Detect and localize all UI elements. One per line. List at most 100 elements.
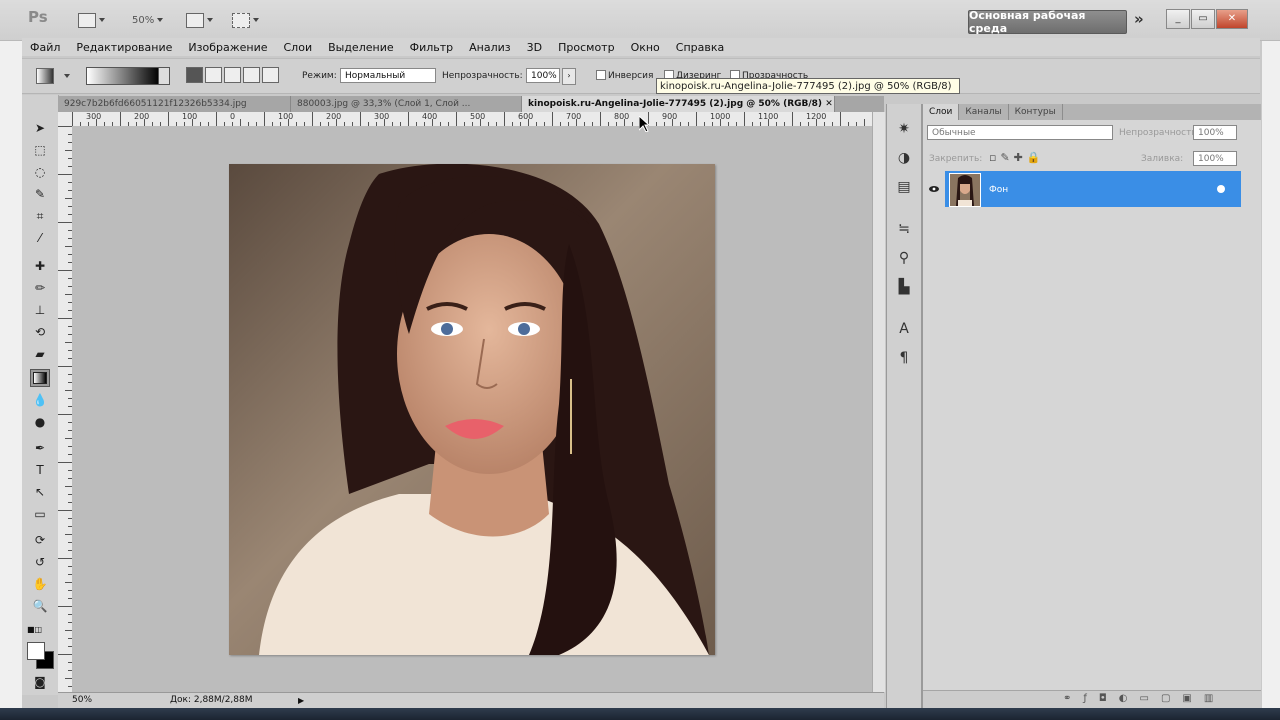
angle-gradient-button[interactable] [224,67,241,83]
foreground-color-swatch[interactable] [27,642,45,660]
ruler-tick [576,119,577,126]
shape-tool-icon[interactable]: ▭ [30,505,50,523]
pen-tool-icon[interactable]: ✒ [30,439,50,457]
default-colors-icon[interactable]: ■◫ [27,625,42,634]
restore-button[interactable]: ▭ [1191,9,1215,29]
quick-select-tool-icon[interactable]: ✎ [30,185,50,203]
type-tool-icon[interactable]: T [30,461,50,479]
layers-panel-tabs: Слои Каналы Контуры [923,104,1261,120]
vertical-scrollbar[interactable] [872,112,885,692]
masks-panel-icon[interactable]: ▤ [895,178,913,196]
paths-panel-icon[interactable]: ≒ [895,220,913,238]
gradient-picker-toggle[interactable] [158,67,170,85]
ruler-tick [360,112,361,126]
crop-tool-icon[interactable]: ⌗ [30,207,50,225]
more-workspaces-button[interactable]: » [1134,10,1144,28]
vertical-ruler[interactable] [58,126,73,692]
healing-brush-tool-icon[interactable]: ✚ [30,257,50,275]
tab-channels[interactable]: Каналы [959,104,1009,120]
taskbar [0,708,1280,720]
clone-source-panel-icon[interactable]: ⚲ [895,249,913,267]
reflected-gradient-button[interactable] [243,67,260,83]
document-tab-active[interactable]: kinopoisk.ru-Angelina-Jolie-777495 (2).j… [522,96,835,112]
window-controls: _ ▭ ✕ [1166,9,1248,29]
dodge-tool-icon[interactable]: ● [30,413,50,431]
lock-icons[interactable]: ▫✎✚🔒 [989,151,1045,164]
clone-stamp-tool-icon[interactable]: ⊥ [30,301,50,319]
document-tab-1[interactable]: 929c7b2b6fd66051121f12326b5334.jpg [58,96,291,112]
ruler-tick [65,294,72,295]
zoom-tool-icon[interactable]: 🔍 [30,597,50,615]
menu-layers[interactable]: Слои [276,41,321,54]
menu-select[interactable]: Выделение [320,41,402,54]
histogram-panel-icon[interactable]: ▙ [895,278,913,296]
brush-tool-icon[interactable]: ✏ [30,279,50,297]
zoom-level-label: 50% [132,14,155,26]
adjustments-panel-icon[interactable]: ◑ [895,149,913,167]
marquee-tool-icon[interactable]: ⬚ [30,141,50,159]
3d-rotate-tool-icon[interactable]: ⟳ [30,531,50,549]
status-zoom[interactable]: 50% [72,693,92,708]
menu-analysis[interactable]: Анализ [461,41,519,54]
history-brush-tool-icon[interactable]: ⟲ [30,323,50,341]
tab-paths[interactable]: Контуры [1009,104,1063,120]
ruler-tick [65,582,72,583]
workspace-button[interactable]: Основная рабочая среда [968,9,1127,35]
menu-help[interactable]: Справка [668,41,732,54]
layer-opacity-input[interactable]: 100% [1193,125,1237,140]
mode-select[interactable]: Нормальный [340,68,436,83]
layer-footer-icons[interactable]: ⚭ƒ◘◐▭▢▣▥ [1063,693,1225,704]
3d-orbit-tool-icon[interactable]: ↺ [30,553,50,571]
eraser-tool-icon[interactable]: ▰ [30,345,50,363]
menu-file[interactable]: Файл [22,41,68,54]
opacity-input[interactable]: 100% [526,68,560,83]
screen-mode-button[interactable] [232,10,259,30]
eyedropper-tool-icon[interactable]: ⁄ [30,229,50,247]
radial-gradient-button[interactable] [205,67,222,83]
menu-image[interactable]: Изображение [180,41,275,54]
status-menu-arrow-icon[interactable]: ▶ [298,693,304,708]
tool-preset-picker[interactable] [36,68,54,84]
menu-view[interactable]: Просмотр [550,41,622,54]
ruler-tick [65,246,72,247]
close-button[interactable]: ✕ [1216,9,1248,29]
menu-window[interactable]: Окно [623,41,668,54]
inverse-checkbox[interactable] [596,70,606,80]
eye-icon[interactable] [929,184,939,194]
opacity-value: 100% [531,71,557,81]
hand-tool-icon[interactable]: ✋ [30,575,50,593]
opacity-slider-toggle[interactable]: › [562,68,576,85]
character-panel-icon[interactable]: A [895,320,913,338]
menu-3d[interactable]: 3D [519,41,550,54]
paragraph-panel-icon[interactable]: ¶ [895,349,913,367]
ruler-tick [504,112,505,126]
linear-gradient-button[interactable] [186,67,203,83]
menu-filter[interactable]: Фильтр [402,41,462,54]
close-tab-icon[interactable]: ✕ [825,99,833,109]
launch-bridge-button[interactable] [78,10,105,30]
menu-edit[interactable]: Редактирование [68,41,180,54]
diamond-gradient-button[interactable] [262,67,279,83]
screen-mode-icon [232,12,250,28]
minimize-button[interactable]: _ [1166,9,1190,29]
horizontal-ruler[interactable]: 300 200 100 0 100 200 300 400 500 600 70… [72,112,872,127]
document-tab-2[interactable]: 880003.jpg @ 33,3% (Слой 1, Слой ... [291,96,522,112]
ruler-origin[interactable] [58,112,73,127]
tab-layers[interactable]: Слои [923,104,960,120]
gradient-preview[interactable] [86,67,160,85]
move-tool-icon[interactable]: ➤ [30,119,50,137]
fill-input[interactable]: 100% [1193,151,1237,166]
path-selection-tool-icon[interactable]: ↖ [30,483,50,501]
document-image[interactable] [229,164,715,655]
blur-tool-icon[interactable]: 💧 [30,391,50,409]
lasso-tool-icon[interactable]: ◌ [30,163,50,181]
ruler-tick [528,119,529,126]
blend-mode-select[interactable]: Обычные [927,125,1113,140]
quick-mask-icon[interactable]: ◙ [30,673,50,691]
navigator-panel-icon[interactable]: ✷ [895,120,913,138]
opacity-label: Непрозрачность: [442,71,523,81]
gradient-tool-icon[interactable] [30,369,50,387]
arrange-documents-button[interactable] [186,10,213,30]
zoom-level-button[interactable]: 50% [132,10,164,30]
ruler-tick [58,366,72,367]
